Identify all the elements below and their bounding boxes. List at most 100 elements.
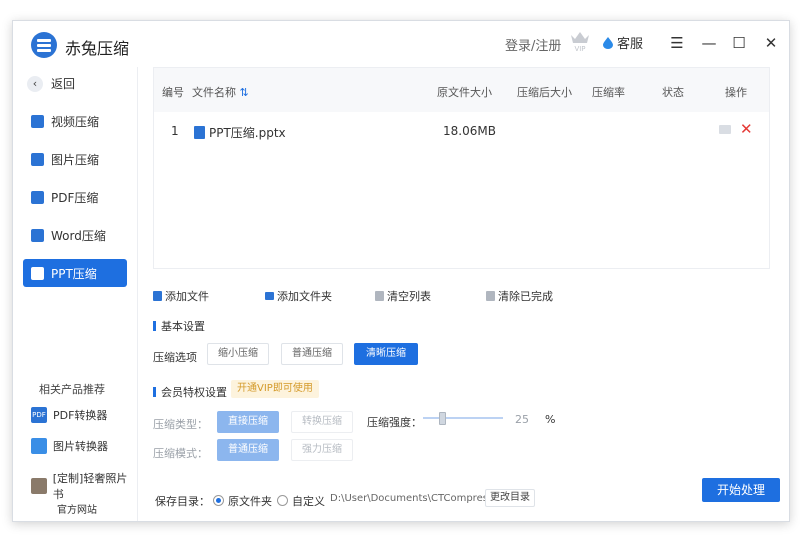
app-title: 赤兔压缩 bbox=[65, 39, 130, 58]
sidebar-item-image[interactable]: 图片压缩 bbox=[23, 145, 127, 173]
back-arrow-icon: ‹ bbox=[27, 75, 43, 92]
sidebar-item-pdf[interactable]: PDF压缩 bbox=[23, 183, 127, 211]
option-clear-button[interactable]: 清晰压缩 bbox=[354, 343, 418, 365]
related-photo-book[interactable]: [定制]轻奢照片书 bbox=[31, 470, 137, 502]
row-size: 18.06MB bbox=[443, 124, 496, 138]
compress-type-label: 压缩类型： bbox=[153, 418, 208, 431]
col-status: 状态 bbox=[662, 86, 684, 99]
service-label: 客服 bbox=[617, 37, 644, 52]
compress-option-label: 压缩选项 bbox=[153, 351, 197, 364]
member-settings-label: 会员特权设置 bbox=[161, 386, 227, 399]
add-folder-icon bbox=[265, 292, 274, 300]
radio-checked-icon bbox=[213, 495, 224, 506]
related-item-label: 图片转换器 bbox=[53, 440, 108, 453]
basic-settings-label: 基本设置 bbox=[161, 320, 205, 333]
sidebar-item-label: 视频压缩 bbox=[51, 114, 100, 129]
section-bar bbox=[153, 387, 156, 397]
close-button[interactable]: ✕ bbox=[761, 33, 781, 53]
clear-list-button[interactable]: 清空列表 bbox=[375, 288, 431, 304]
official-website-link[interactable]: 官方网站 bbox=[57, 501, 97, 516]
section-bar bbox=[153, 321, 156, 331]
word-icon bbox=[31, 228, 44, 242]
image-converter-icon bbox=[31, 438, 47, 454]
related-item-label: [定制]轻奢照片书 bbox=[52, 472, 128, 501]
strength-value: 25 bbox=[515, 413, 529, 426]
clear-completed-button[interactable]: 清除已完成 bbox=[486, 288, 553, 304]
radio-unchecked-icon bbox=[277, 495, 288, 506]
sidebar-item-video[interactable]: 视频压缩 bbox=[23, 107, 127, 135]
minimize-button[interactable]: — bbox=[699, 33, 719, 53]
radio-custom-label: 自定义 bbox=[292, 495, 325, 508]
change-dir-button[interactable]: 更改目录 bbox=[485, 489, 535, 507]
basic-settings-title: 基本设置 bbox=[153, 318, 205, 334]
save-dir-label: 保存目录： bbox=[155, 495, 210, 508]
radio-original-folder[interactable]: 原文件夹 bbox=[213, 493, 272, 509]
service-drop-icon bbox=[603, 36, 613, 49]
type-convert-button[interactable]: 转换压缩 bbox=[291, 411, 353, 433]
pdf-icon bbox=[31, 190, 44, 204]
sidebar-item-label: 图片压缩 bbox=[51, 152, 100, 167]
table-header: 编号 文件名称 ⇅ 原文件大小 压缩后大小 压缩率 状态 操作 bbox=[154, 68, 769, 112]
option-shrink-button[interactable]: 缩小压缩 bbox=[207, 343, 269, 365]
add-folder-label: 添加文件夹 bbox=[277, 290, 332, 303]
sidebar-item-label: PPT压缩 bbox=[51, 266, 97, 281]
svg-text:VIP: VIP bbox=[574, 45, 585, 53]
menu-icon[interactable]: ☰ bbox=[667, 33, 687, 53]
col-compressed-size: 压缩后大小 bbox=[517, 86, 572, 99]
strength-slider-knob[interactable] bbox=[439, 412, 446, 425]
add-file-label: 添加文件 bbox=[165, 290, 209, 303]
col-actions: 操作 bbox=[725, 86, 747, 99]
related-item-label: PDF转换器 bbox=[53, 409, 108, 422]
related-products-title: 相关产品推荐 bbox=[39, 383, 105, 396]
mode-strong-button[interactable]: 强力压缩 bbox=[291, 439, 353, 461]
clear-completed-icon bbox=[486, 291, 495, 301]
video-icon bbox=[31, 114, 44, 128]
add-file-button[interactable]: 添加文件 bbox=[153, 288, 209, 304]
vip-crown-icon[interactable]: VIP bbox=[569, 29, 591, 53]
ppt-file-icon bbox=[194, 126, 205, 139]
vip-tag[interactable]: 开通VIP即可使用 bbox=[231, 380, 319, 398]
related-image-converter[interactable]: 图片转换器 bbox=[31, 438, 108, 454]
add-file-icon bbox=[153, 291, 162, 301]
delete-icon[interactable]: ✕ bbox=[740, 120, 753, 138]
sidebar-item-word[interactable]: Word压缩 bbox=[23, 221, 127, 249]
add-folder-button[interactable]: 添加文件夹 bbox=[265, 288, 332, 304]
ppt-icon bbox=[31, 266, 44, 280]
compress-mode-label: 压缩模式： bbox=[153, 447, 208, 460]
sidebar-item-ppt[interactable]: PPT压缩 bbox=[23, 259, 127, 287]
radio-original-label: 原文件夹 bbox=[228, 495, 272, 508]
related-pdf-converter[interactable]: PDF PDF转换器 bbox=[31, 407, 107, 423]
sidebar-item-label: PDF压缩 bbox=[51, 190, 99, 205]
member-settings-title: 会员特权设置 bbox=[153, 384, 227, 400]
file-table: 编号 文件名称 ⇅ 原文件大小 压缩后大小 压缩率 状态 操作 1 PPT压缩.… bbox=[153, 67, 770, 269]
back-button[interactable]: ‹ 返回 bbox=[27, 75, 75, 92]
open-folder-icon[interactable] bbox=[719, 125, 731, 134]
strength-slider[interactable] bbox=[423, 417, 503, 419]
row-index: 1 bbox=[171, 124, 179, 138]
sort-icon: ⇅ bbox=[239, 86, 249, 99]
type-direct-button[interactable]: 直接压缩 bbox=[217, 411, 279, 433]
row-filename: PPT压缩.pptx bbox=[194, 124, 286, 141]
save-path: D:\User\Documents\CTCompres bbox=[330, 493, 488, 504]
mode-normal-button[interactable]: 普通压缩 bbox=[217, 439, 279, 461]
col-original-size: 原文件大小 bbox=[437, 86, 492, 99]
clear-list-icon bbox=[375, 291, 384, 301]
option-normal-button[interactable]: 普通压缩 bbox=[281, 343, 343, 365]
customer-service-button[interactable]: 客服 bbox=[603, 33, 643, 52]
back-label: 返回 bbox=[51, 77, 76, 91]
radio-custom-folder[interactable]: 自定义 bbox=[277, 493, 325, 509]
title-bar: 赤兔压缩 登录/注册 VIP 客服 ☰ — ☐ ✕ bbox=[13, 21, 789, 67]
table-row[interactable]: 1 PPT压缩.pptx 18.06MB ✕ bbox=[154, 116, 769, 146]
login-register-link[interactable]: 登录/注册 bbox=[505, 35, 561, 54]
maximize-button[interactable]: ☐ bbox=[729, 33, 749, 53]
pdf-converter-icon: PDF bbox=[31, 407, 47, 423]
image-icon bbox=[31, 152, 44, 166]
strength-label: 压缩强度： bbox=[367, 416, 422, 429]
clear-list-label: 清空列表 bbox=[387, 290, 431, 303]
col-filename[interactable]: 文件名称 ⇅ bbox=[192, 84, 249, 100]
start-process-button[interactable]: 开始处理 bbox=[702, 478, 780, 502]
strength-unit: % bbox=[545, 413, 556, 426]
app-window: 赤兔压缩 登录/注册 VIP 客服 ☰ — ☐ ✕ ‹ 返回 视频压缩 图片压缩 bbox=[12, 20, 790, 522]
row-filename-label: PPT压缩.pptx bbox=[209, 126, 286, 140]
sidebar-item-label: Word压缩 bbox=[51, 228, 106, 243]
